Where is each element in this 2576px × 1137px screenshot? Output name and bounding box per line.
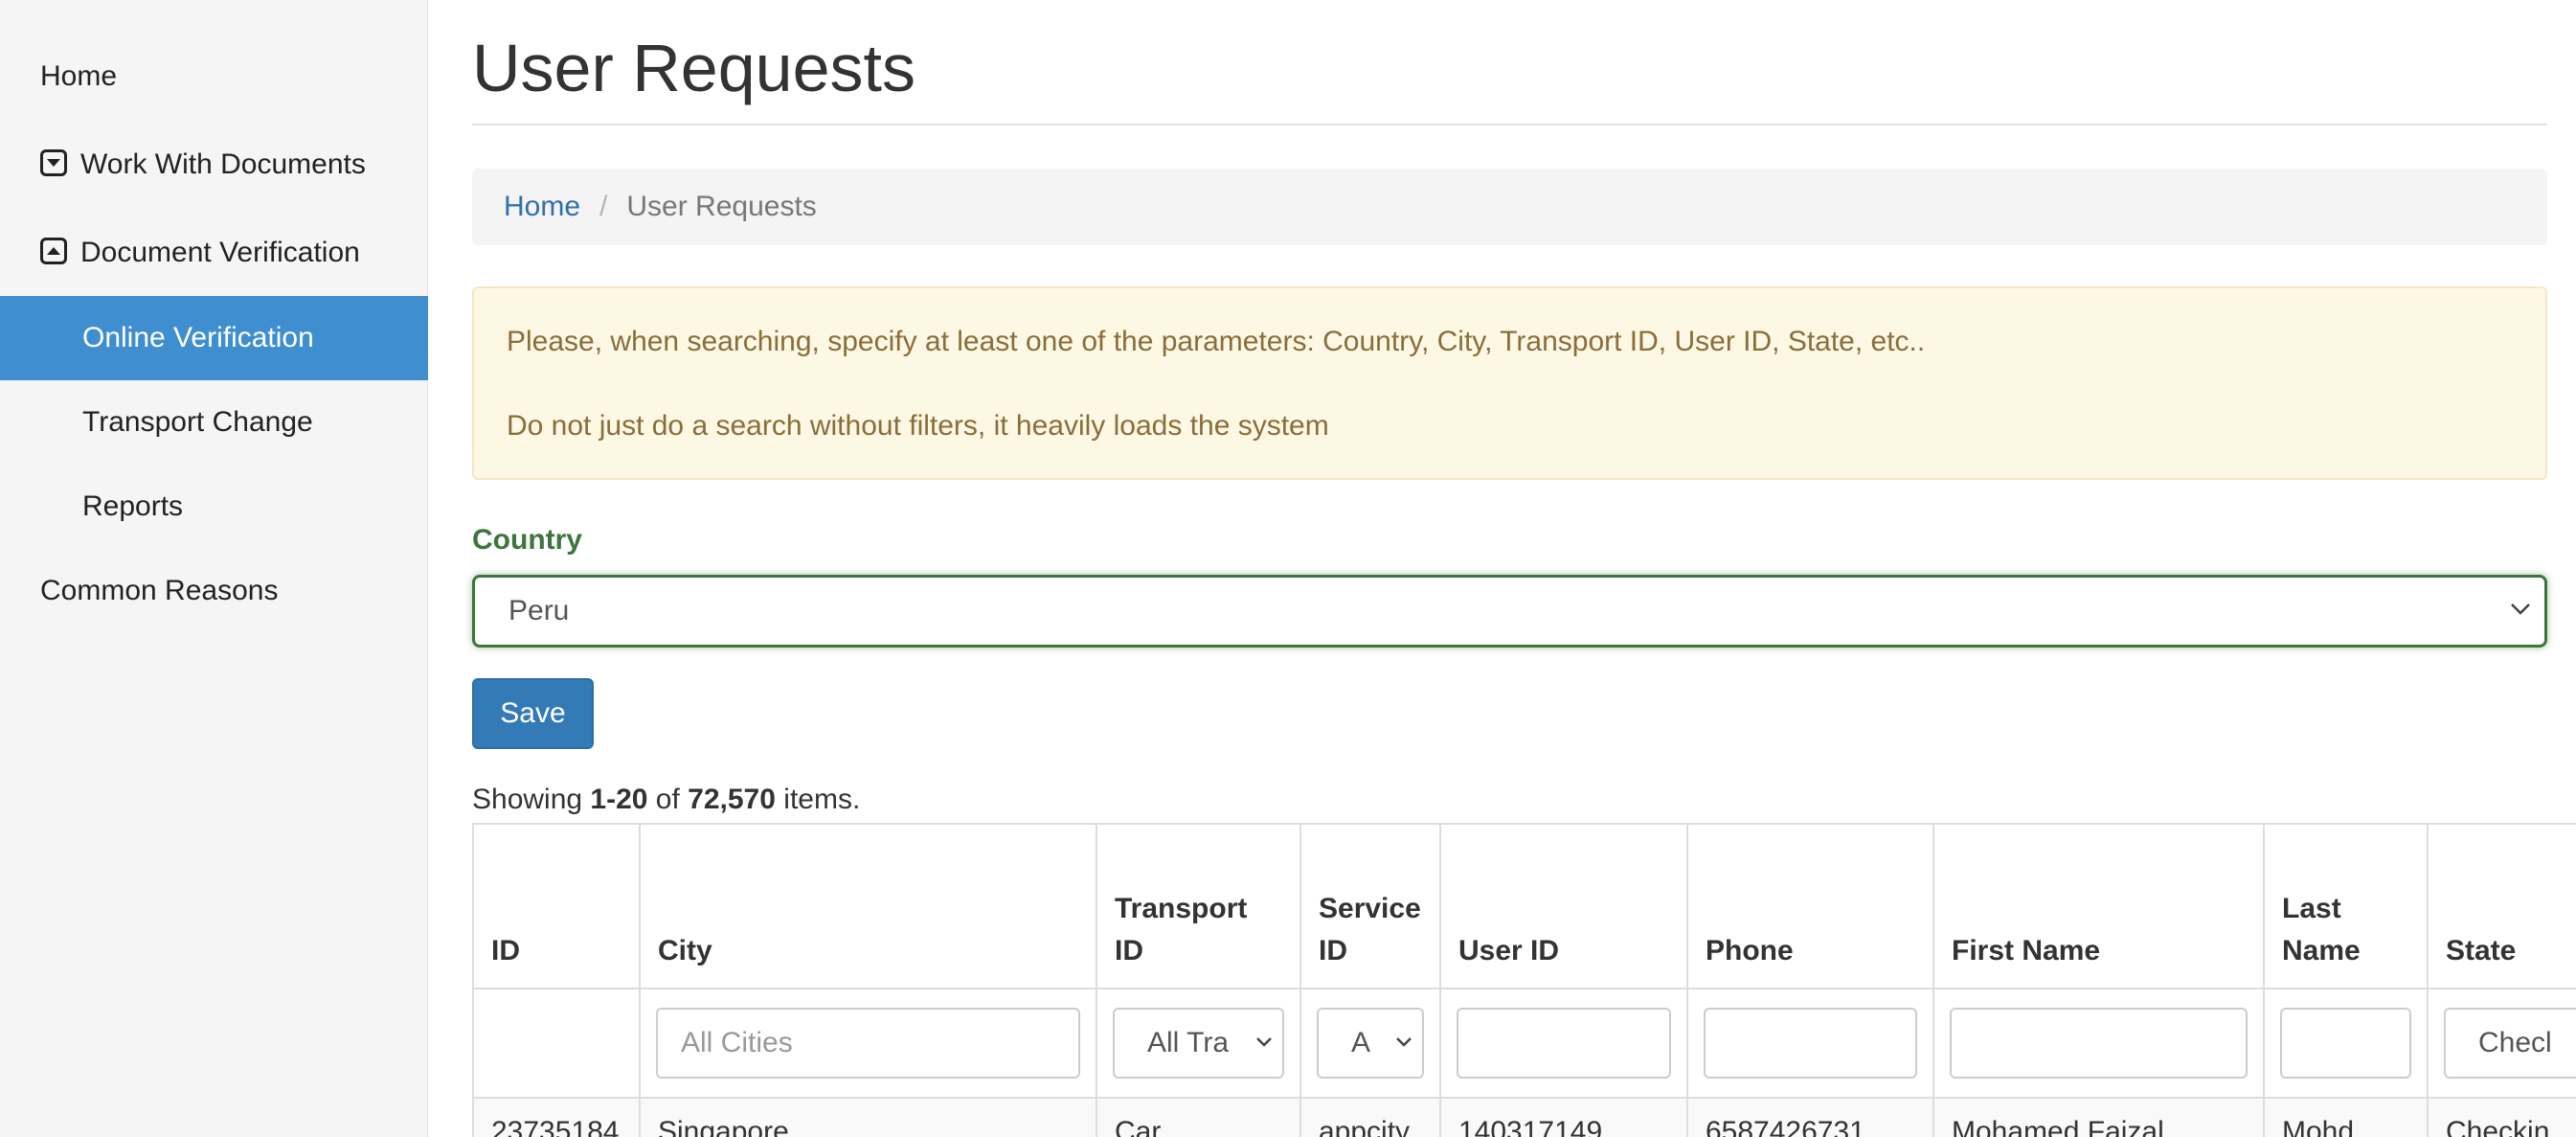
cell-state: Checkin	[2427, 1097, 2576, 1137]
chevron-down-icon	[1255, 1036, 1273, 1048]
sidebar-item-document-verification[interactable]: Document Verification	[0, 211, 428, 295]
results-range: 1-20	[590, 784, 648, 815]
filter-cell-first-name	[1932, 988, 2265, 1099]
breadcrumb-home-link[interactable]: Home	[504, 191, 580, 223]
alert-message-line-2: Do not just do a search without filters,…	[507, 410, 1329, 442]
table-header-row: ID City Transport ID Service ID User ID …	[472, 823, 2576, 989]
filter-cell-transport: All Tra	[1096, 988, 1301, 1099]
country-select[interactable]: Peru	[472, 575, 2547, 648]
sidebar-item-label: Online Verification	[82, 322, 314, 353]
filter-cell-last-name	[2263, 988, 2429, 1099]
table-filter-row: All Cities All Tra A Checl	[472, 988, 2576, 1099]
column-header-user-id[interactable]: User ID	[1439, 823, 1688, 989]
first-name-filter-input[interactable]	[1950, 1008, 2248, 1079]
sidebar-item-common-reasons[interactable]: Common Reasons	[0, 549, 428, 633]
country-select-value: Peru	[508, 595, 570, 626]
cell-id: 23735184	[472, 1097, 641, 1137]
column-header-city[interactable]: City	[639, 823, 1097, 989]
breadcrumb-separator: /	[599, 191, 608, 222]
alert-message-line-1: Please, when searching, specify at least…	[507, 326, 1926, 357]
results-total: 72,570	[688, 784, 776, 815]
sidebar-item-label: Common Reasons	[40, 575, 279, 606]
transport-filter-select[interactable]: All Tra	[1113, 1008, 1284, 1079]
sidebar-item-label: Document Verification	[80, 237, 360, 268]
column-header-phone[interactable]: Phone	[1686, 823, 1934, 989]
filter-cell-id	[472, 988, 641, 1099]
save-button[interactable]: Save	[472, 678, 594, 749]
filter-cell-service: A	[1299, 988, 1441, 1099]
filter-cell-phone	[1686, 988, 1934, 1099]
sidebar-item-label: Home	[40, 60, 118, 92]
column-header-service-id[interactable]: Service ID	[1299, 823, 1441, 989]
last-name-filter-input[interactable]	[2280, 1008, 2411, 1079]
sidebar-item-online-verification[interactable]: Online Verification	[0, 296, 428, 380]
table-row[interactable]: 23735184 Singapore Car appcity 140317149…	[472, 1097, 2576, 1137]
results-summary: Showing 1-20 of 72,570 items.	[472, 784, 861, 815]
cell-phone: 6587426731	[1686, 1097, 1934, 1137]
filter-cell-user-id	[1439, 988, 1688, 1099]
sidebar-item-home[interactable]: Home	[0, 34, 428, 119]
warning-alert: Please, when searching, specify at least…	[472, 286, 2547, 480]
sidebar-item-reports[interactable]: Reports	[0, 465, 428, 549]
state-filter-select[interactable]: Checl	[2444, 1008, 2576, 1079]
column-header-last-name[interactable]: Last Name	[2263, 823, 2429, 989]
cell-first-name: Mohamed Faizal	[1932, 1097, 2265, 1137]
filter-cell-city: All Cities	[639, 988, 1097, 1099]
sidebar-item-label: Work With Documents	[80, 148, 366, 180]
phone-filter-input[interactable]	[1704, 1008, 1917, 1079]
chevron-down-square-icon[interactable]	[40, 149, 67, 176]
chevron-down-icon	[2511, 603, 2530, 615]
title-divider	[472, 124, 2547, 125]
results-table: ID City Transport ID Service ID User ID …	[472, 823, 2576, 1137]
breadcrumb: Home / User Requests	[472, 169, 2547, 245]
cell-city: Singapore	[639, 1097, 1097, 1137]
column-header-first-name[interactable]: First Name	[1932, 823, 2265, 989]
column-header-id[interactable]: ID	[472, 823, 641, 989]
cell-transport-id: Car	[1096, 1097, 1301, 1137]
page-title: User Requests	[472, 31, 915, 105]
column-header-transport-id[interactable]: Transport ID	[1096, 823, 1301, 989]
results-table-container: ID City Transport ID Service ID User ID …	[472, 823, 2576, 1137]
sidebar-item-label: Reports	[82, 490, 184, 522]
user-id-filter-input[interactable]	[1457, 1008, 1671, 1079]
cell-last-name: Mohd	[2263, 1097, 2429, 1137]
cell-service-id: appcity	[1299, 1097, 1441, 1137]
city-filter-input[interactable]: All Cities	[656, 1008, 1080, 1079]
column-header-state[interactable]: State	[2427, 823, 2576, 989]
service-filter-select[interactable]: A	[1317, 1008, 1424, 1079]
filter-cell-state: Checl	[2427, 988, 2576, 1099]
sidebar-item-work-with-documents[interactable]: Work With Documents	[0, 123, 428, 207]
country-label: Country	[472, 524, 582, 556]
chevron-up-square-icon[interactable]	[40, 238, 67, 264]
breadcrumb-current: User Requests	[626, 191, 817, 222]
sidebar-item-transport-change[interactable]: Transport Change	[0, 380, 428, 465]
chevron-down-icon	[1395, 1036, 1412, 1048]
sidebar: Home Work With Documents Document Verifi…	[0, 0, 428, 1137]
cell-user-id: 140317149	[1439, 1097, 1688, 1137]
sidebar-item-label: Transport Change	[82, 406, 313, 438]
